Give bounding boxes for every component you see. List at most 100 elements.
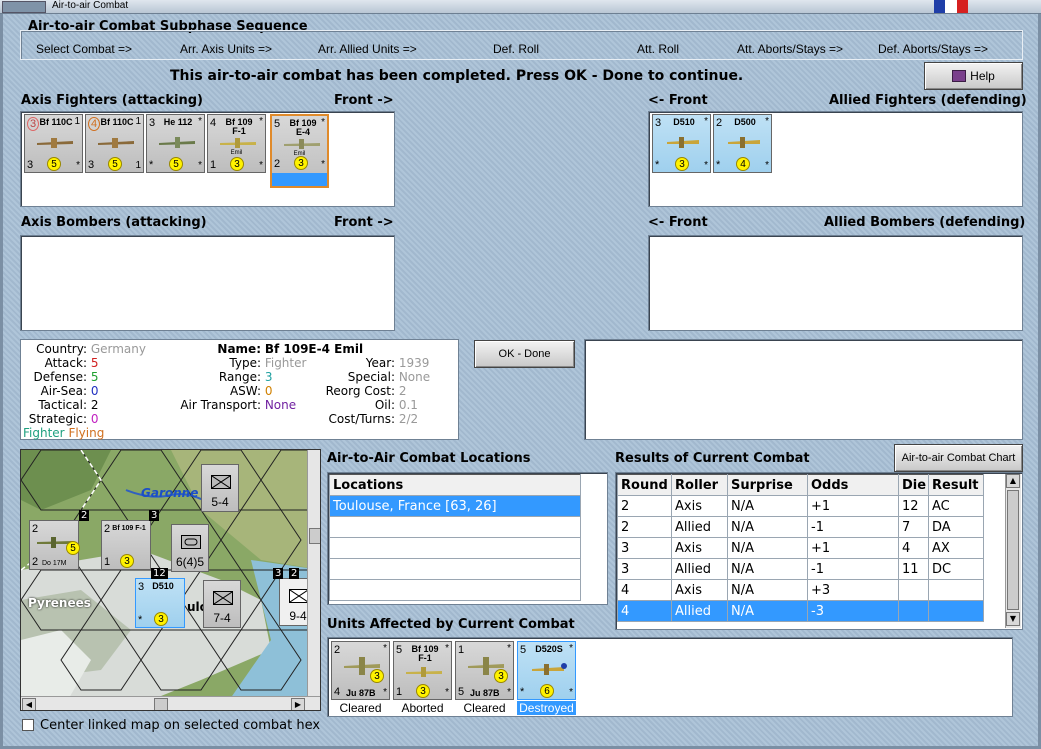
col-odds[interactable]: Odds <box>807 474 899 496</box>
airsea-label: Air-Sea: <box>40 384 87 398</box>
cell: N/A <box>727 579 808 601</box>
cell: 3 <box>617 537 672 559</box>
counter-tr: 1 <box>74 116 80 127</box>
counter-d510[interactable]: 3 D510 * * 3 * <box>652 114 711 173</box>
scroll-down-icon[interactable]: ▼ <box>1006 612 1020 626</box>
counter-bf110c-2[interactable]: 4 Bf 110C 1 3 5 1 <box>85 114 144 173</box>
scroll-up-icon[interactable]: ▲ <box>1006 474 1020 488</box>
result-row[interactable]: 3 Axis N/A +1 4 AX <box>617 537 984 559</box>
col-result[interactable]: Result <box>928 474 984 496</box>
counter-sub: Ju 87B <box>346 688 376 698</box>
affected-d520s[interactable]: 5 D520S * * 6 * <box>517 641 576 700</box>
counter-sub: Emil <box>230 150 243 156</box>
result-row[interactable]: 2 Allied N/A -1 7 DA <box>617 516 984 538</box>
cell: 11 <box>898 558 929 580</box>
counter-defense: 3 <box>88 159 95 171</box>
col-die[interactable]: Die <box>898 474 929 496</box>
counter-bf109e4-selected[interactable]: 5 Bf 109 E-4 * Emil 2 3 * <box>270 114 329 188</box>
axis-fighters-title: Axis Fighters (attacking) <box>21 93 203 108</box>
cell: N/A <box>727 495 808 517</box>
map-hscrollbar[interactable]: ◀ ▶ <box>21 696 320 710</box>
cell: AX <box>928 537 984 559</box>
status-fighter: Fighter <box>23 426 65 440</box>
attack-value: 5 <box>90 356 99 370</box>
map-counter-do17m[interactable]: 2 Do 17M 2 5 <box>29 520 80 570</box>
result-row[interactable]: 3 Allied N/A -1 11 DC <box>617 558 984 580</box>
strategic-value: 0 <box>90 412 99 426</box>
counter-d500[interactable]: 2 D500 * * 4 * <box>713 114 772 173</box>
affected-ju87b-1[interactable]: 2 * 3 4 Ju 87B * <box>331 641 390 700</box>
counter-defense: * <box>149 159 154 171</box>
name-label: Name: <box>217 342 261 356</box>
phase-att-roll: Att. Roll <box>637 42 680 56</box>
counter-tr: * <box>704 116 708 127</box>
counter-tr: 1 <box>135 116 141 127</box>
unit-strength: 5-4 <box>211 495 229 509</box>
counter-br: * <box>321 159 325 170</box>
affected-bf109f1[interactable]: 5 Bf 109 F-1 * 1 3 * <box>393 641 452 700</box>
counter-br: * <box>445 687 449 698</box>
col-surprise[interactable]: Surprise <box>727 474 808 496</box>
cell: +3 <box>807 579 899 601</box>
allied-fighters-front: <- Front <box>648 93 708 108</box>
map-unit-armor[interactable]: 6(4)5 <box>171 524 209 572</box>
strategic-label: Strategic: <box>28 412 87 426</box>
linked-map[interactable]: Garonne Pyrenees ulo 5-4 6(4)5 7-4 9-4 2… <box>20 449 321 711</box>
plane-icon <box>218 137 258 151</box>
scroll-right-icon[interactable]: ▶ <box>291 698 305 710</box>
results-vscrollbar[interactable]: ▲ ▼ <box>1005 474 1021 628</box>
window-title: Air-to-air Combat <box>52 0 129 11</box>
map-hscroll-thumb[interactable] <box>154 698 168 710</box>
map-unit-infantry-1[interactable]: 5-4 <box>201 464 239 512</box>
cell <box>898 600 929 622</box>
result-row[interactable]: 4 Axis N/A +3 <box>617 579 984 601</box>
map-unit-infantry-2[interactable]: 7-4 <box>203 580 241 628</box>
affected-panel: 2 * 3 4 Ju 87B * 5 Bf 109 F-1 * 1 3 * 1 … <box>327 637 1013 717</box>
combat-chart-button[interactable]: Air-to-air Combat Chart <box>894 444 1023 472</box>
result-row[interactable]: 2 Axis N/A +1 12 AC <box>617 495 984 517</box>
counter-tr: * <box>507 643 511 654</box>
type-label: Type: <box>229 356 261 370</box>
cell: N/A <box>727 516 808 538</box>
result-row-selected[interactable]: 4 Allied N/A -3 <box>617 600 984 622</box>
cell: +1 <box>807 495 899 517</box>
center-map-checkbox[interactable] <box>22 719 34 731</box>
counter-he112[interactable]: 3 He 112 * * 5 * <box>146 114 205 173</box>
counter-defense: 5 <box>458 686 465 698</box>
location-row[interactable]: Toulouse, France [63, 26] <box>329 495 581 517</box>
affected-ju87b-2[interactable]: 1 * 3 5 Ju 87B * <box>455 641 514 700</box>
map-vscrollbar[interactable] <box>307 450 320 696</box>
map-counter-d510[interactable]: 3 D510 * 3 <box>135 578 185 628</box>
counter-bf110c-1[interactable]: 3 Bf 110C 1 3 5 * <box>24 114 83 173</box>
results-vscroll-thumb[interactable] <box>1007 490 1019 610</box>
phase-def-aborts: Def. Aborts/Stays => <box>878 42 989 56</box>
ok-done-button[interactable]: OK - Done <box>474 340 575 368</box>
counter-attack: 3 <box>138 581 145 593</box>
col-round[interactable]: Round <box>617 474 672 496</box>
counter-name: He 112 <box>163 117 193 127</box>
counter-bf109f1[interactable]: 4 Bf 109 F-1 * Emil 1 3 * <box>207 114 266 173</box>
locations-header[interactable]: Locations <box>329 474 581 496</box>
asw-label: ASW: <box>229 384 261 398</box>
armor-symbol-icon <box>181 535 201 549</box>
counter-br: * <box>198 160 202 171</box>
counter-range: 3 <box>230 157 244 171</box>
scroll-left-icon[interactable]: ◀ <box>22 698 36 710</box>
map-counter-bf109[interactable]: 2 Bf 109 F-1 1 3 <box>101 520 151 570</box>
counter-attack: 2 <box>716 117 723 129</box>
map-vscroll-thumb[interactable] <box>309 528 320 544</box>
counter-name: Bf 109 F-1 <box>411 644 439 663</box>
cell: 4 <box>898 537 929 559</box>
counter-name: D500 <box>734 117 756 127</box>
counter-name: D510 <box>152 581 174 591</box>
cell: -1 <box>807 516 899 538</box>
col-roller[interactable]: Roller <box>671 474 728 496</box>
counter-range: 5 <box>169 157 183 171</box>
oil-label: Oil: <box>374 398 395 412</box>
stack-number: 2 <box>79 510 90 521</box>
status-flying: Flying <box>68 426 105 440</box>
results-panel: Round Roller Surprise Odds Die Result 2A… <box>615 472 1023 630</box>
help-button[interactable]: Help <box>924 62 1023 90</box>
phase-arr-allied: Arr. Allied Units => <box>318 42 417 56</box>
river-label: Garonne <box>141 486 199 500</box>
